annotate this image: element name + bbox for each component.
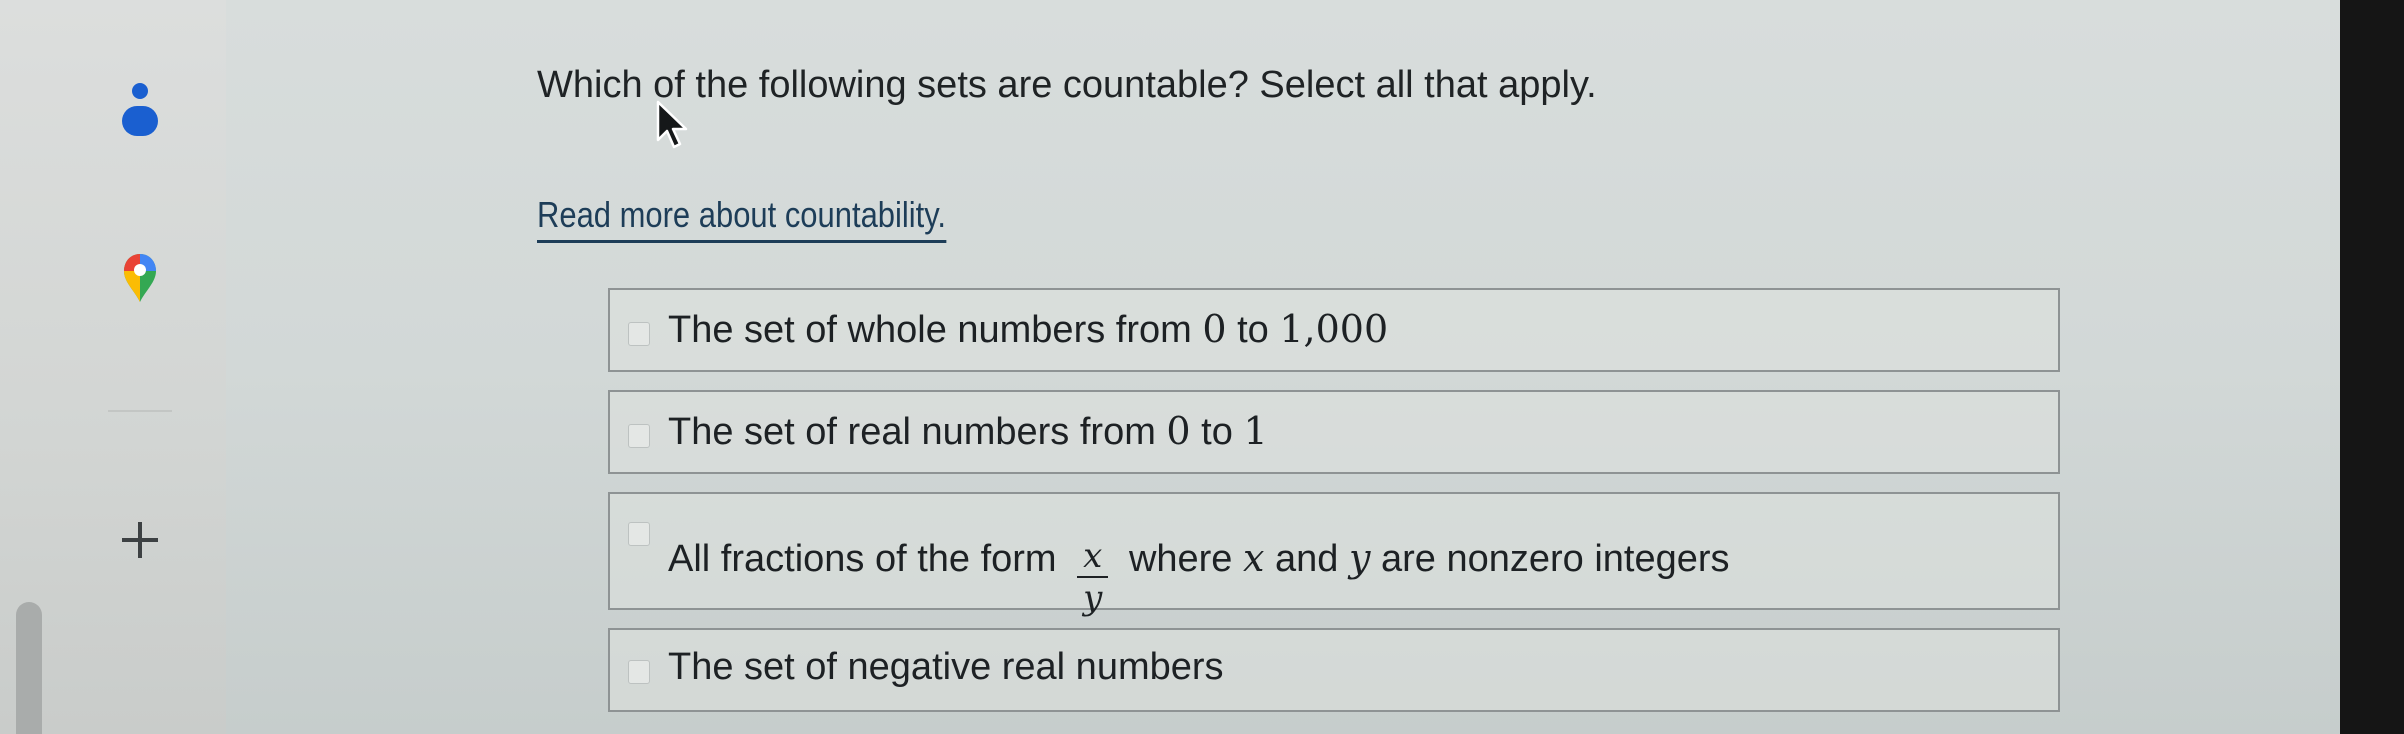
option-label: The set of negative real numbers [668, 646, 1224, 689]
math-variable: x [1243, 536, 1265, 581]
option-checkbox[interactable] [628, 660, 650, 684]
math-value: 0 [1202, 307, 1227, 351]
math-variable: y [1348, 536, 1371, 581]
answer-option-2[interactable]: The set of real numbers from 0 to 1 [608, 390, 2060, 474]
option-label: The set of whole numbers from 0 to 1,000 [668, 307, 1388, 352]
fraction: x y [1077, 536, 1109, 618]
option-text: The set of whole numbers from [668, 309, 1192, 351]
option-checkbox[interactable] [628, 522, 650, 546]
fraction-denominator: y [1083, 578, 1103, 618]
option-text: The set of negative real numbers [668, 646, 1224, 688]
answer-option-3[interactable]: All fractions of the form x y where x an… [608, 492, 2060, 618]
option-text: The set of real numbers from [668, 411, 1156, 453]
answer-option-1[interactable]: The set of whole numbers from 0 to 1,000 [608, 288, 2060, 372]
option-label: The set of real numbers from 0 to 1 [668, 409, 1268, 454]
option-checkbox[interactable] [628, 424, 650, 448]
option-text: and [1275, 538, 1339, 581]
screen-bezel [2340, 0, 2404, 734]
option-text: to [1201, 411, 1233, 453]
math-value: 1 [1243, 409, 1268, 453]
option-text: All fractions of the form [668, 538, 1057, 581]
fraction-numerator: x [1077, 536, 1109, 578]
math-value: 1,000 [1279, 307, 1389, 351]
answer-option-4[interactable]: The set of negative real numbers [608, 628, 2060, 712]
option-text: to [1237, 309, 1269, 351]
option-label: All fractions of the form x y where x an… [668, 520, 1730, 618]
sidebar [0, 0, 226, 734]
option-text: where [1128, 538, 1233, 581]
option-text: are nonzero integers [1381, 538, 1730, 581]
read-more-link[interactable]: Read more about countability. [537, 194, 947, 243]
sidebar-scrollbar[interactable] [16, 602, 42, 734]
person-icon[interactable] [120, 82, 160, 138]
option-checkbox[interactable] [628, 322, 650, 346]
add-icon[interactable] [118, 518, 162, 562]
sidebar-divider [108, 410, 172, 412]
question-text: Which of the following sets are countabl… [537, 64, 1597, 106]
mouse-cursor-icon [656, 100, 688, 149]
math-value: 0 [1166, 409, 1191, 453]
maps-pin-icon[interactable] [122, 252, 158, 304]
